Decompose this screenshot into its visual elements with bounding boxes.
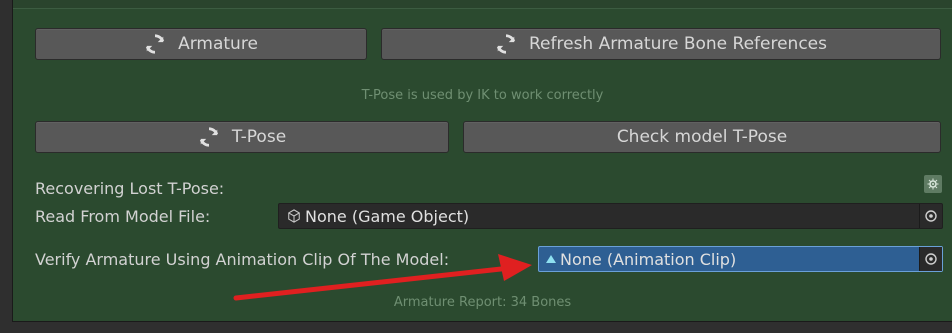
- arrow-shaft: [233, 265, 513, 301]
- red-arrow-annotation: [233, 254, 532, 301]
- arrow-head: [498, 254, 532, 281]
